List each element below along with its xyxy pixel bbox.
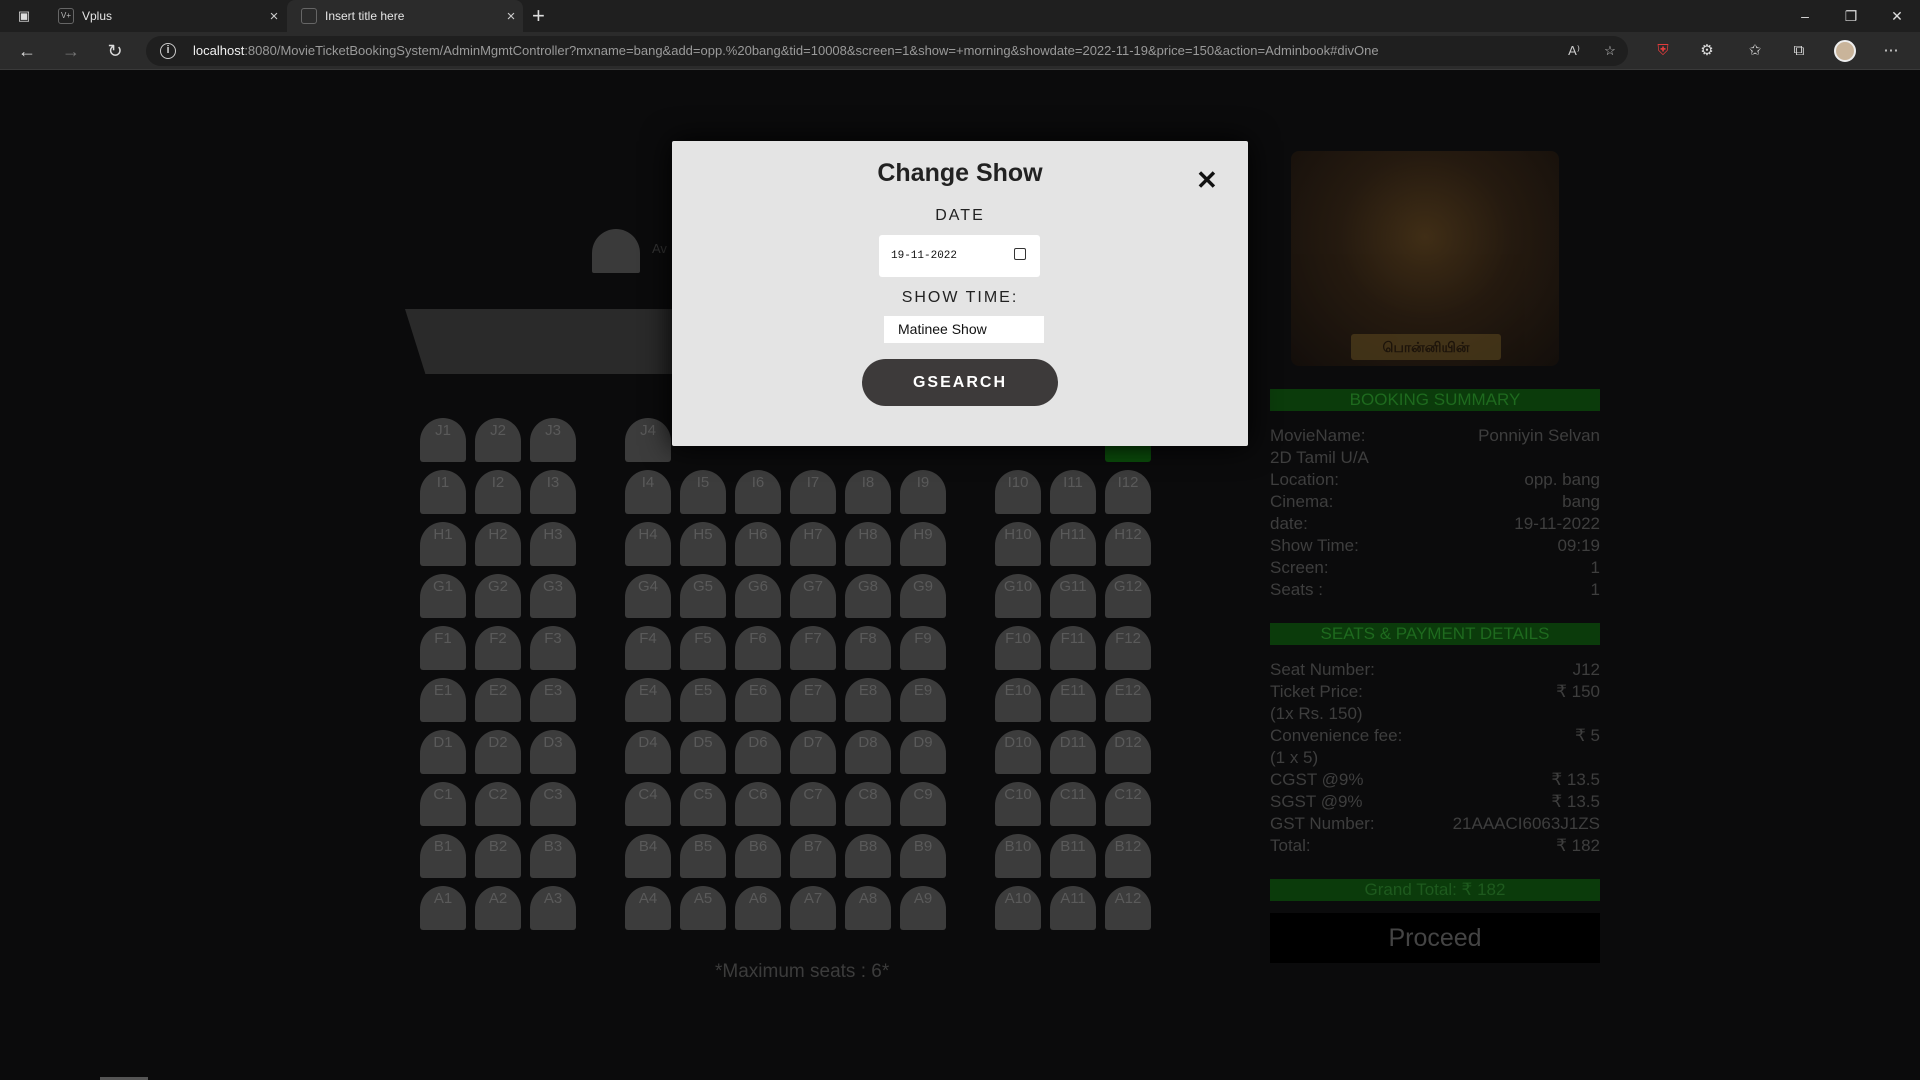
calendar-icon[interactable]: [1014, 248, 1026, 260]
tab-insert-title[interactable]: Insert title here ×: [287, 0, 523, 32]
extensions-puzzle-icon[interactable]: ⚙: [1694, 38, 1720, 64]
refresh-icon[interactable]: ↻: [102, 38, 128, 64]
page-content: Av J1J2J3J4J12I1I2I3I4I5I6I7I8I9I10I11I1…: [0, 71, 1920, 1080]
browser-tab-strip: ▣ V+ Vplus × Insert title here × + – ❐ ✕: [0, 0, 1920, 32]
shield-extension-icon[interactable]: ⛨: [1650, 38, 1676, 64]
tab-label: Vplus: [82, 9, 113, 23]
read-aloud-icon[interactable]: A⁾: [1564, 41, 1584, 61]
site-info-icon[interactable]: i: [160, 43, 176, 59]
date-label: DATE: [935, 207, 985, 224]
tab-label: Insert title here: [325, 9, 405, 23]
close-tab-icon[interactable]: ×: [262, 8, 286, 25]
date-value: 19-11-2022: [891, 250, 958, 262]
search-button[interactable]: GSEARCH: [862, 359, 1058, 406]
modal-title: Change Show: [877, 159, 1043, 187]
page-favicon-icon: [301, 8, 317, 24]
more-menu-icon[interactable]: ⋯: [1878, 38, 1904, 64]
close-window-button[interactable]: ✕: [1874, 0, 1920, 32]
close-icon[interactable]: ✕: [1196, 165, 1218, 196]
forward-arrow-icon[interactable]: →: [58, 38, 84, 64]
close-tab-icon[interactable]: ×: [499, 8, 523, 25]
profile-avatar[interactable]: [1834, 40, 1856, 62]
date-input[interactable]: 19-11-2022: [879, 235, 1040, 277]
tab-vplus[interactable]: V+ Vplus ×: [44, 0, 286, 32]
new-tab-plus-icon[interactable]: +: [532, 3, 545, 29]
tab-actions-icon[interactable]: ▣: [12, 6, 36, 26]
favorites-icon[interactable]: ✩: [1742, 38, 1768, 64]
browser-toolbar: ← → ↻ i localhost:8080/MovieTicketBookin…: [0, 32, 1920, 70]
add-favorite-icon[interactable]: ☆: [1600, 41, 1620, 61]
url-text[interactable]: localhost:8080/MovieTicketBookingSystem/…: [193, 43, 1379, 58]
address-bar[interactable]: i localhost:8080/MovieTicketBookingSyste…: [146, 36, 1628, 66]
back-arrow-icon[interactable]: ←: [14, 38, 40, 64]
vplus-favicon-icon: V+: [58, 8, 74, 24]
restore-button[interactable]: ❐: [1828, 0, 1874, 32]
minimize-button[interactable]: –: [1782, 0, 1828, 32]
showtime-label: SHOW TIME:: [901, 289, 1019, 306]
showtime-select[interactable]: Matinee Show: [884, 316, 1044, 343]
change-show-modal: Change Show ✕ DATE 19-11-2022 SHOW TIME:…: [672, 141, 1248, 446]
collections-icon[interactable]: ⧉: [1786, 38, 1812, 64]
